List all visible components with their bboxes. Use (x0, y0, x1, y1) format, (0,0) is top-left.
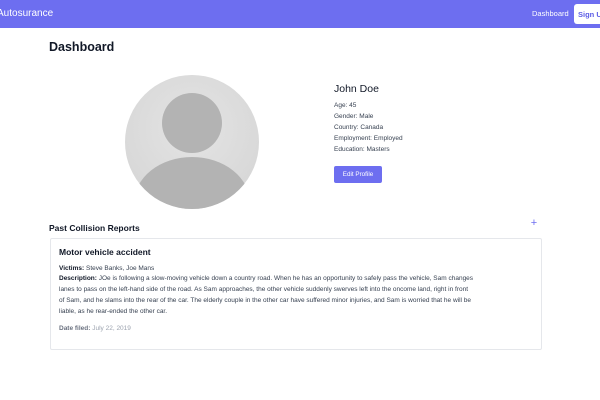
date-filed-value: July 22, 2019 (92, 325, 131, 332)
report-description-line: Description: JOe is following a slow-mov… (59, 275, 473, 282)
report-description-line: of Sam, and he slams into the rear of th… (59, 297, 472, 304)
profile-name: John Doe (334, 83, 379, 95)
top-navbar: Autosurance Dashboard Sign Up (0, 0, 600, 28)
profile-gender: Gender: Male (334, 113, 374, 120)
victims-label: Victims: (59, 265, 85, 272)
add-report-plus-icon[interactable]: + (529, 217, 539, 229)
profile-age: Age: 45 (334, 102, 357, 109)
sign-up-button[interactable]: Sign Up (574, 4, 600, 24)
edit-profile-button[interactable]: Edit Profile (334, 166, 382, 183)
description-text: JOe is following a slow-moving vehicle d… (98, 275, 474, 282)
nav-link-dashboard[interactable]: Dashboard (532, 9, 569, 18)
victims-value: Steve Banks, Joe Mans (85, 265, 155, 272)
past-collision-reports-heading: Past Collision Reports (49, 223, 140, 233)
date-filed-label: Date filed: (59, 325, 91, 332)
collision-report-card[interactable]: Motor vehicle accident Victims: Steve Ba… (50, 238, 542, 350)
report-title: Motor vehicle accident (59, 247, 151, 257)
description-label: Description: (59, 275, 97, 282)
report-description-line: liable, as he rear-ended the other car. (59, 308, 168, 315)
profile-employment: Employment: Employed (334, 135, 403, 142)
profile-country: Country: Canada (334, 124, 384, 131)
report-date-filed: Date filed: July 22, 2019 (59, 325, 131, 332)
report-victims: Victims: Steve Banks, Joe Mans (59, 265, 154, 272)
brand-logo-text[interactable]: Autosurance (0, 8, 53, 19)
profile-education: Education: Masters (334, 146, 390, 153)
avatar (125, 75, 259, 209)
report-description-line: lanes to pass on the left-hand side of t… (59, 286, 469, 293)
avatar-placeholder-icon (125, 75, 259, 209)
page-title: Dashboard (49, 40, 115, 54)
